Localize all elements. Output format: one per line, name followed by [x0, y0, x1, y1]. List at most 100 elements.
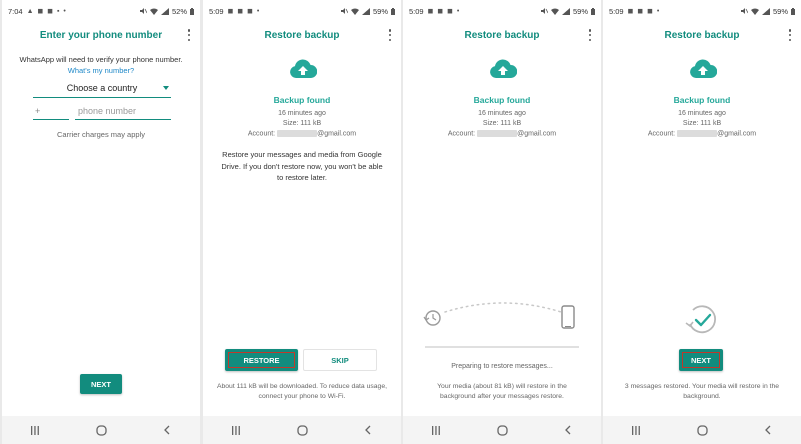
home-icon[interactable] — [695, 423, 709, 437]
page-title: Restore backup — [464, 29, 540, 41]
backup-time: 16 minutes ago — [678, 110, 726, 117]
phone-number-screen: 7:04 ▲ ◼ ◼ ▪ • 52% Enter your phone numb… — [2, 0, 200, 444]
page-title: Enter your phone number — [39, 29, 163, 41]
signal-icon — [761, 7, 770, 15]
cloud-upload-icon — [690, 59, 717, 78]
backup-account: Account: @gmail.com — [403, 130, 601, 137]
redacted-email — [677, 130, 718, 137]
notification-icons: ◼ ◼ ◼ • — [427, 8, 461, 15]
back-icon[interactable] — [761, 423, 775, 437]
backup-time: 16 minutes ago — [478, 110, 526, 117]
home-icon[interactable] — [295, 423, 309, 437]
more-options-icon[interactable] — [186, 28, 192, 42]
battery-percent: 59% — [372, 6, 388, 16]
signal-icon — [160, 7, 169, 15]
restore-message: Restore your messages and media from Goo… — [221, 150, 383, 182]
home-icon[interactable] — [495, 423, 509, 437]
status-bar: 5:09 ◼ ◼ ◼ • 59% — [203, 0, 401, 22]
account-domain: @gmail.com — [317, 130, 357, 138]
backup-found-heading: Backup found — [473, 95, 531, 105]
notification-icons: ▲ ◼ ◼ ▪ • — [26, 8, 67, 15]
status-bar: 7:04 ▲ ◼ ◼ ▪ • 52% — [2, 0, 200, 22]
backup-size: Size: 111 kB — [282, 120, 322, 127]
recent-apps-icon[interactable] — [28, 423, 42, 437]
history-icon — [423, 310, 441, 326]
whats-my-number-link[interactable]: What's my number? — [2, 66, 200, 75]
backup-size: Size: 111 kB — [682, 120, 722, 127]
wifi-icon — [750, 7, 759, 15]
more-options-icon[interactable] — [387, 28, 393, 42]
restore-complete-screen: 5:09 ◼ ◼ ◼ • 59% Restore backup Backup f… — [603, 0, 801, 444]
wifi-icon — [550, 7, 559, 15]
account-domain: @gmail.com — [717, 130, 757, 138]
media-note: Your media (about 81 kB) will restore in… — [437, 383, 567, 400]
phone-device-icon — [561, 305, 575, 329]
restore-animation — [423, 302, 575, 329]
mute-icon — [139, 8, 147, 14]
phone-number-input[interactable]: phone number — [75, 104, 171, 120]
recent-apps-icon[interactable] — [429, 423, 443, 437]
back-icon[interactable] — [361, 423, 375, 437]
restoring-screen: 5:09 ◼ ◼ ◼ • 59% Restore backup Backup f… — [403, 0, 601, 444]
more-options-icon[interactable] — [787, 28, 793, 42]
status-time: 5:09 — [609, 6, 624, 16]
verify-text: WhatsApp will need to verify your phone … — [19, 55, 183, 64]
country-select[interactable]: Choose a country — [33, 80, 171, 98]
restore-button[interactable]: RESTORE — [225, 349, 298, 371]
more-options-icon[interactable] — [587, 28, 593, 42]
battery-icon — [391, 7, 395, 15]
wifi-icon — [350, 7, 359, 15]
preparing-text: Preparing to restore messages... — [451, 363, 553, 370]
system-nav-bar — [203, 416, 401, 444]
backup-size: Size: 111 kB — [482, 120, 522, 127]
account-label: Account: — [447, 130, 476, 138]
carrier-note: Carrier charges may apply — [57, 130, 145, 139]
restore-backup-screen: 5:09 ◼ ◼ ◼ • 59% Restore backup Backup f… — [203, 0, 401, 444]
page-title: Restore backup — [664, 29, 740, 41]
recent-apps-icon[interactable] — [629, 423, 643, 437]
system-nav-bar — [2, 416, 200, 444]
backup-found-heading: Backup found — [673, 95, 731, 105]
battery-percent: 52% — [171, 6, 187, 16]
page-title: Restore backup — [264, 29, 340, 41]
country-select-value: Choose a country — [66, 83, 138, 93]
notification-icons: ◼ ◼ ◼ • — [627, 8, 661, 15]
account-label: Account: — [247, 130, 276, 138]
next-button[interactable]: NEXT — [679, 349, 723, 371]
battery-percent: 59% — [772, 6, 788, 16]
cloud-upload-icon — [490, 59, 517, 78]
back-icon[interactable] — [160, 423, 174, 437]
signal-icon — [561, 7, 570, 15]
skip-button[interactable]: SKIP — [303, 349, 377, 371]
battery-icon — [791, 7, 795, 15]
status-time: 5:09 — [209, 6, 224, 16]
next-button[interactable]: NEXT — [80, 374, 122, 394]
mute-icon — [740, 8, 748, 14]
restore-complete-check-icon — [685, 305, 716, 334]
restore-progress-bar — [425, 346, 579, 348]
home-icon[interactable] — [94, 423, 108, 437]
account-domain: @gmail.com — [517, 130, 557, 138]
battery-percent: 59% — [572, 6, 588, 16]
app-bar: Restore backup — [203, 22, 401, 48]
recent-apps-icon[interactable] — [229, 423, 243, 437]
back-icon[interactable] — [561, 423, 575, 437]
status-time: 5:09 — [409, 6, 424, 16]
system-nav-bar — [403, 416, 601, 444]
wifi-icon — [149, 7, 158, 15]
cloud-upload-icon — [290, 59, 317, 78]
app-bar: Restore backup — [603, 22, 801, 48]
redacted-email — [277, 130, 318, 137]
notification-icons: ◼ ◼ ◼ • — [227, 8, 261, 15]
status-bar: 5:09 ◼ ◼ ◼ • 59% — [403, 0, 601, 22]
country-code-field[interactable]: + — [33, 104, 69, 120]
mute-icon — [340, 8, 348, 14]
redacted-email — [477, 130, 518, 137]
battery-icon — [190, 7, 194, 15]
account-label: Account: — [647, 130, 676, 138]
backup-found-heading: Backup found — [273, 95, 331, 105]
backup-account: Account: @gmail.com — [603, 130, 801, 137]
status-time: 7:04 — [8, 6, 23, 16]
download-note: About 111 kB will be downloaded. To redu… — [216, 383, 388, 400]
dropdown-caret-icon — [163, 86, 169, 90]
